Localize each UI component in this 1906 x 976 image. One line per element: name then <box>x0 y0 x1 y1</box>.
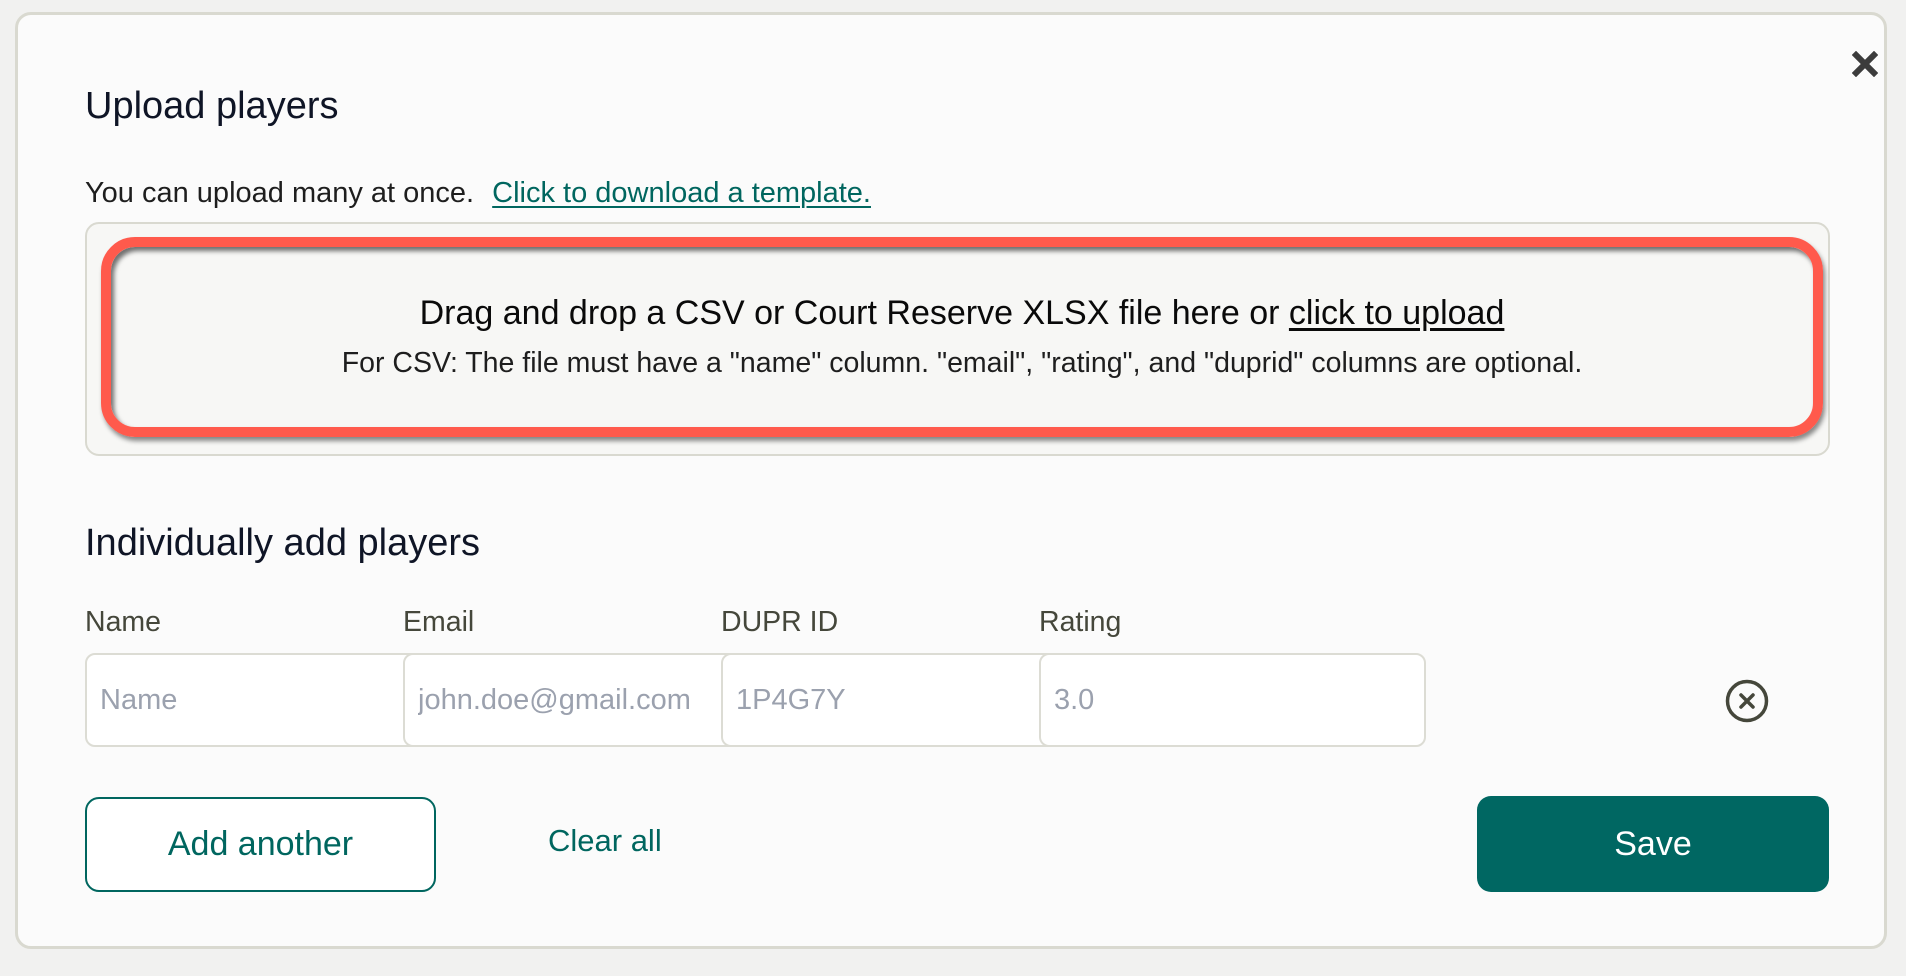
dropzone-instructions: Drag and drop a CSV or Court Reserve XLS… <box>420 294 1505 333</box>
rating-label: Rating <box>1039 606 1122 638</box>
individual-add-heading: Individually add players <box>85 522 481 564</box>
subtitle-text: You can upload many at once. <box>85 177 475 209</box>
dropzone-main-text: Drag and drop a CSV or Court Reserve XLS… <box>419 294 1289 332</box>
add-another-button[interactable]: Add another <box>85 797 436 892</box>
dialog-title: Upload players <box>85 85 339 127</box>
close-button[interactable] <box>1848 47 1882 81</box>
remove-row-button[interactable] <box>1724 678 1770 724</box>
rating-input[interactable] <box>1039 653 1426 747</box>
close-icon <box>1852 51 1878 77</box>
click-to-upload-link[interactable]: click to upload <box>1289 294 1504 332</box>
dupr-id-label: DUPR ID <box>721 606 839 638</box>
dropzone-hint: For CSV: The file must have a "name" col… <box>341 347 1583 379</box>
circle-x-icon <box>1725 679 1769 723</box>
email-label: Email <box>403 606 475 638</box>
name-label: Name <box>85 606 162 638</box>
dialog-subtitle: You can upload many at once. Click to do… <box>85 177 871 210</box>
dropzone-highlight[interactable]: Drag and drop a CSV or Court Reserve XLS… <box>101 237 1823 437</box>
save-button[interactable]: Save <box>1477 796 1829 892</box>
upload-players-dialog: Upload players You can upload many at on… <box>15 12 1887 949</box>
clear-all-button[interactable]: Clear all <box>548 823 662 859</box>
download-template-link[interactable]: Click to download a template. <box>492 177 871 209</box>
